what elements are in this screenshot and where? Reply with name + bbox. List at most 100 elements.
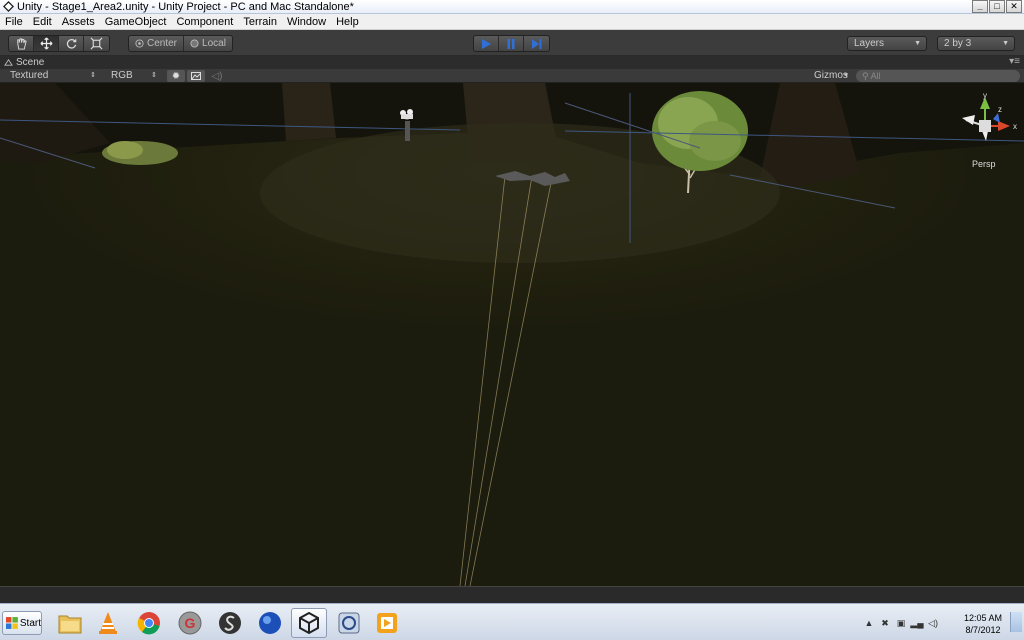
menu-file[interactable]: File <box>0 14 28 30</box>
taskbar-vlc[interactable] <box>90 608 126 638</box>
play-button[interactable] <box>474 36 499 51</box>
unity-icon <box>299 611 319 635</box>
menu-window[interactable]: Window <box>282 14 331 30</box>
svg-text:G: G <box>185 615 196 631</box>
search-icon: ⚲ <box>862 71 869 81</box>
taskbar-sphere-app[interactable] <box>252 608 288 638</box>
start-button[interactable]: Start <box>2 611 42 635</box>
menu-gameobject[interactable]: GameObject <box>100 14 172 30</box>
chevron-down-icon: ▼ <box>1002 40 1009 47</box>
scene-control-bar: Textured ⇕ RGB ⇕ ✹ ◁) Gizmos ▾ ⚲ All <box>0 69 1024 83</box>
maximize-button[interactable]: □ <box>989 0 1005 13</box>
windows-logo-icon <box>6 617 18 629</box>
search-placeholder: All <box>870 71 881 81</box>
menu-help[interactable]: Help <box>331 14 364 30</box>
step-icon <box>531 38 541 49</box>
move-tool-button[interactable] <box>34 36 59 51</box>
scale-icon <box>90 37 103 50</box>
window-title: Unity - Stage1_Area2.unity - Unity Proje… <box>17 0 354 13</box>
scene-tab-bar: Scene ▾≡ <box>0 56 1024 69</box>
pivot-local-label: Local <box>202 38 226 49</box>
taskbar-chrome[interactable] <box>131 608 167 638</box>
pivot-local-button[interactable]: Local <box>184 36 232 51</box>
pivot-center-icon <box>135 39 144 48</box>
gizmos-label: Gizmos <box>814 70 848 81</box>
editor-status-bar <box>0 586 1024 603</box>
tree-trunk <box>282 83 336 141</box>
taskbar-unity[interactable] <box>291 608 327 638</box>
security-icon[interactable]: ▣ <box>896 618 906 628</box>
minimize-button[interactable]: _ <box>972 0 988 13</box>
tree-foliage <box>689 121 741 161</box>
gizmos-dropdown[interactable]: Gizmos ▾ <box>806 69 852 83</box>
render-mode-label: Textured <box>10 70 49 81</box>
start-label: Start <box>19 617 41 629</box>
pause-button[interactable] <box>499 36 524 51</box>
windows-taskbar: Start G ▲ ✖ ▣ ▂▄ ◁) 12:05 AM 8/7/2012 <box>0 603 1024 640</box>
scene-audio-toggle[interactable]: ◁) <box>208 70 226 82</box>
render-mode-dropdown[interactable]: Textured ⇕ <box>2 69 100 83</box>
panel-menu-icon[interactable]: ▾≡ <box>1009 56 1020 68</box>
gizmo-x-label: x <box>1013 122 1017 131</box>
tab-scene[interactable]: Scene <box>2 56 50 69</box>
scene-tab-label: Scene <box>16 57 45 68</box>
close-button[interactable]: ✕ <box>1006 0 1022 13</box>
taskbar-s-app[interactable] <box>212 608 248 638</box>
rotate-tool-button[interactable] <box>59 36 84 51</box>
menu-component[interactable]: Component <box>171 14 238 30</box>
clock-date: 8/7/2012 <box>965 625 1001 635</box>
show-hidden-icons-button[interactable]: ▲ <box>864 618 874 628</box>
taskbar-explorer[interactable] <box>52 608 88 638</box>
blue-sphere-icon <box>259 612 281 634</box>
scene-render: y x z <box>0 83 1024 586</box>
taskbar-media[interactable] <box>369 608 405 638</box>
taskbar-clock[interactable]: 12:05 AM 8/7/2012 <box>958 612 1008 636</box>
hand-icon <box>16 38 27 50</box>
pivot-local-icon <box>190 39 199 48</box>
pause-icon <box>507 38 515 49</box>
show-desktop-button[interactable] <box>1010 612 1022 632</box>
menu-edit[interactable]: Edit <box>28 14 57 30</box>
gizmo-z-label: z <box>998 105 1002 114</box>
scene-icon <box>4 58 13 66</box>
chevron-down-icon: ▾ <box>844 72 848 79</box>
taskbar-g-app[interactable]: G <box>172 608 208 638</box>
rotate-icon <box>66 39 76 49</box>
volume-icon[interactable]: ◁) <box>928 618 938 628</box>
color-mode-dropdown[interactable]: RGB ⇕ <box>103 69 161 83</box>
scene-viewport[interactable]: y x z Persp <box>0 83 1024 586</box>
move-icon <box>40 37 52 50</box>
step-button[interactable] <box>524 36 549 51</box>
unity-logo-icon <box>2 1 14 13</box>
hand-tool-button[interactable] <box>9 36 34 51</box>
bush <box>107 141 143 159</box>
clock-time: 12:05 AM <box>963 613 1003 623</box>
scene-search-input[interactable]: ⚲ All <box>856 70 1020 82</box>
scene-fx-toggle[interactable] <box>187 70 205 82</box>
speaker-icon: ◁) <box>211 70 223 82</box>
menu-bar: File Edit Assets GameObject Component Te… <box>0 14 1024 30</box>
scale-tool-button[interactable] <box>84 36 109 51</box>
pivot-toggles: Center Local <box>128 35 233 52</box>
menu-terrain[interactable]: Terrain <box>238 14 282 30</box>
media-icon <box>377 613 397 633</box>
gizmo-center-cube[interactable] <box>979 120 991 132</box>
layers-label: Layers <box>854 38 885 49</box>
g-app-icon: G <box>178 611 202 635</box>
chevron-updown-icon: ⇕ <box>90 72 96 79</box>
main-toolbar: Center Local Layers ▼ 2 by 3 ▼ <box>0 30 1024 56</box>
signal-icon[interactable]: ▂▄ <box>910 618 923 628</box>
layers-dropdown[interactable]: Layers ▼ <box>847 36 927 51</box>
folder-icon <box>58 615 82 634</box>
menu-assets[interactable]: Assets <box>57 14 100 30</box>
pivot-center-button[interactable]: Center <box>129 36 185 51</box>
network-warning-icon[interactable]: ✖ <box>880 618 890 628</box>
s-app-icon <box>219 612 241 634</box>
taskbar-monodevelop[interactable] <box>331 608 367 638</box>
chevron-updown-icon: ⇕ <box>151 72 157 79</box>
window-titlebar: Unity - Stage1_Area2.unity - Unity Proje… <box>0 0 1024 14</box>
perspective-label[interactable]: Persp <box>972 159 996 169</box>
scene-lighting-toggle[interactable]: ✹ <box>167 70 185 82</box>
layout-dropdown[interactable]: 2 by 3 ▼ <box>937 36 1015 51</box>
sun-icon: ✹ <box>171 70 181 82</box>
